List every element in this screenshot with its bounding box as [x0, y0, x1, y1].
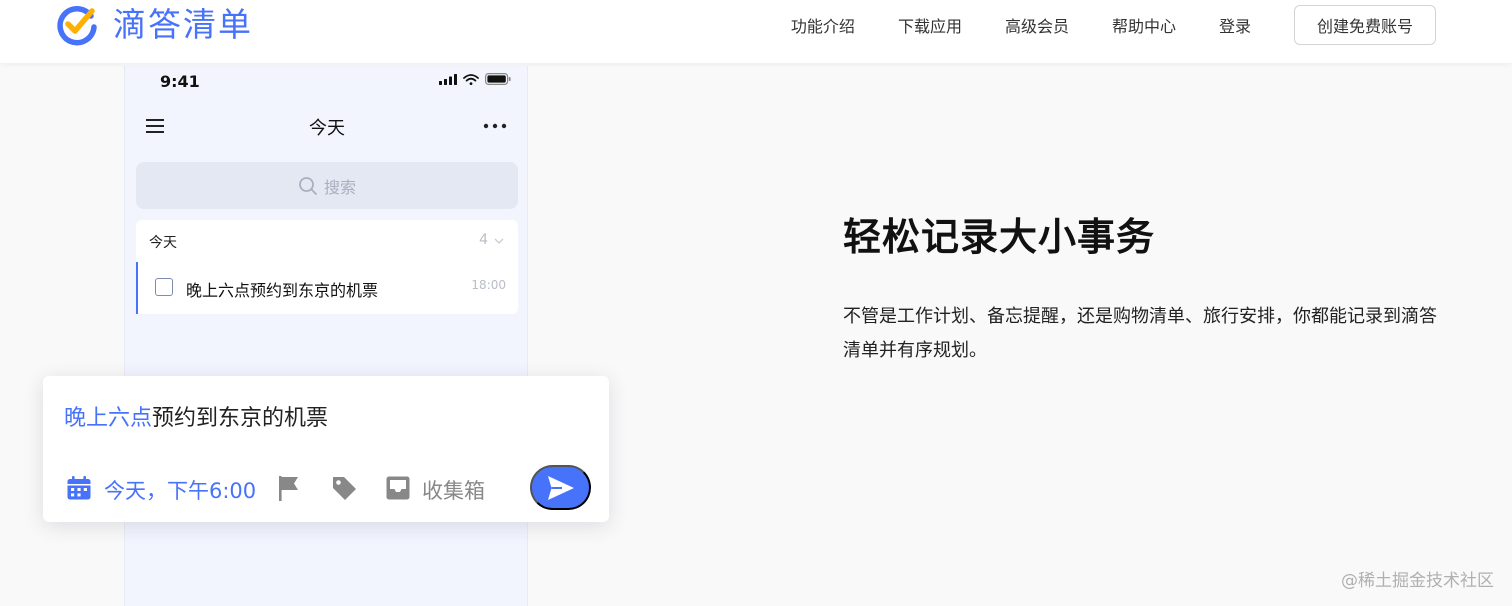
send-button[interactable] [530, 465, 591, 510]
priority-flag-icon[interactable] [276, 474, 302, 502]
page: 滴答清单 功能介绍 下载应用 高级会员 帮助中心 登录 创建免费账号 9:41 [0, 0, 1512, 606]
section-label: 今天 [149, 235, 177, 251]
task-list-card: 今天 4 晚上六点预约到东京的机票 18:00 [136, 220, 518, 314]
search-icon [299, 176, 317, 195]
quick-add-task-text: 预约到东京的机票 [152, 406, 329, 431]
chevron-down-icon[interactable] [493, 235, 505, 247]
nav-link-help[interactable]: 帮助中心 [1112, 13, 1176, 37]
search-bar[interactable]: 搜索 [136, 162, 518, 209]
parsed-time-highlight: 晚上六点 [64, 406, 153, 431]
calendar-icon[interactable] [66, 475, 92, 501]
search-placeholder: 搜索 [323, 177, 356, 197]
section-count: 4 [479, 232, 488, 248]
phone-screen-title: 今天 [309, 118, 345, 139]
status-icons [439, 73, 511, 85]
task-due-time: 18:00 [471, 278, 506, 292]
due-date-label[interactable]: 今天，下午6:00 [104, 475, 256, 505]
nav-link-premium[interactable]: 高级会员 [1005, 13, 1069, 37]
status-time: 9:41 [160, 72, 200, 91]
task-checkbox[interactable] [155, 278, 173, 296]
more-options-icon[interactable] [483, 118, 507, 134]
inbox-icon[interactable] [385, 475, 411, 501]
hero-description: 不管是工作计划、备忘提醒，还是购物清单、旅行安排，你都能记录到滴答清单并有序规划… [843, 306, 1437, 361]
nav-link-login[interactable]: 登录 [1219, 13, 1251, 37]
task-row[interactable]: 晚上六点预约到东京的机票 18:00 [136, 262, 518, 314]
tag-icon[interactable] [330, 474, 358, 502]
top-navbar: 滴答清单 功能介绍 下载应用 高级会员 帮助中心 登录 创建免费账号 [0, 0, 1512, 63]
phone-mockup: 9:41 今天 搜索 今天 4 晚上六点预约到东京的机票 18:00 [124, 66, 528, 606]
cellular-signal-icon [439, 73, 457, 85]
watermark: @稀土掘金技术社区 [1341, 571, 1494, 591]
create-account-button[interactable]: 创建免费账号 [1294, 5, 1436, 45]
battery-icon [485, 73, 511, 85]
task-title: 晚上六点预约到东京的机票 [186, 281, 379, 300]
list-selector-label[interactable]: 收集箱 [422, 475, 485, 505]
brand-check-icon [57, 5, 97, 46]
nav-link-download[interactable]: 下载应用 [898, 13, 962, 37]
nav-link-features[interactable]: 功能介绍 [791, 13, 855, 37]
brand-logo[interactable]: 滴答清单 [55, 3, 253, 47]
quick-add-popup: 晚上六点预约到东京的机票 今天，下午6:00 收集箱 [43, 376, 609, 522]
brand-name: 滴答清单 [113, 5, 253, 44]
send-arrow-icon [547, 475, 574, 500]
wifi-icon [463, 73, 479, 85]
nav-links: 功能介绍 下载应用 高级会员 帮助中心 登录 创建免费账号 [748, 0, 1436, 50]
quick-add-input[interactable]: 晚上六点预约到东京的机票 [64, 400, 328, 432]
hero-title: 轻松记录大小事务 [843, 215, 1156, 259]
